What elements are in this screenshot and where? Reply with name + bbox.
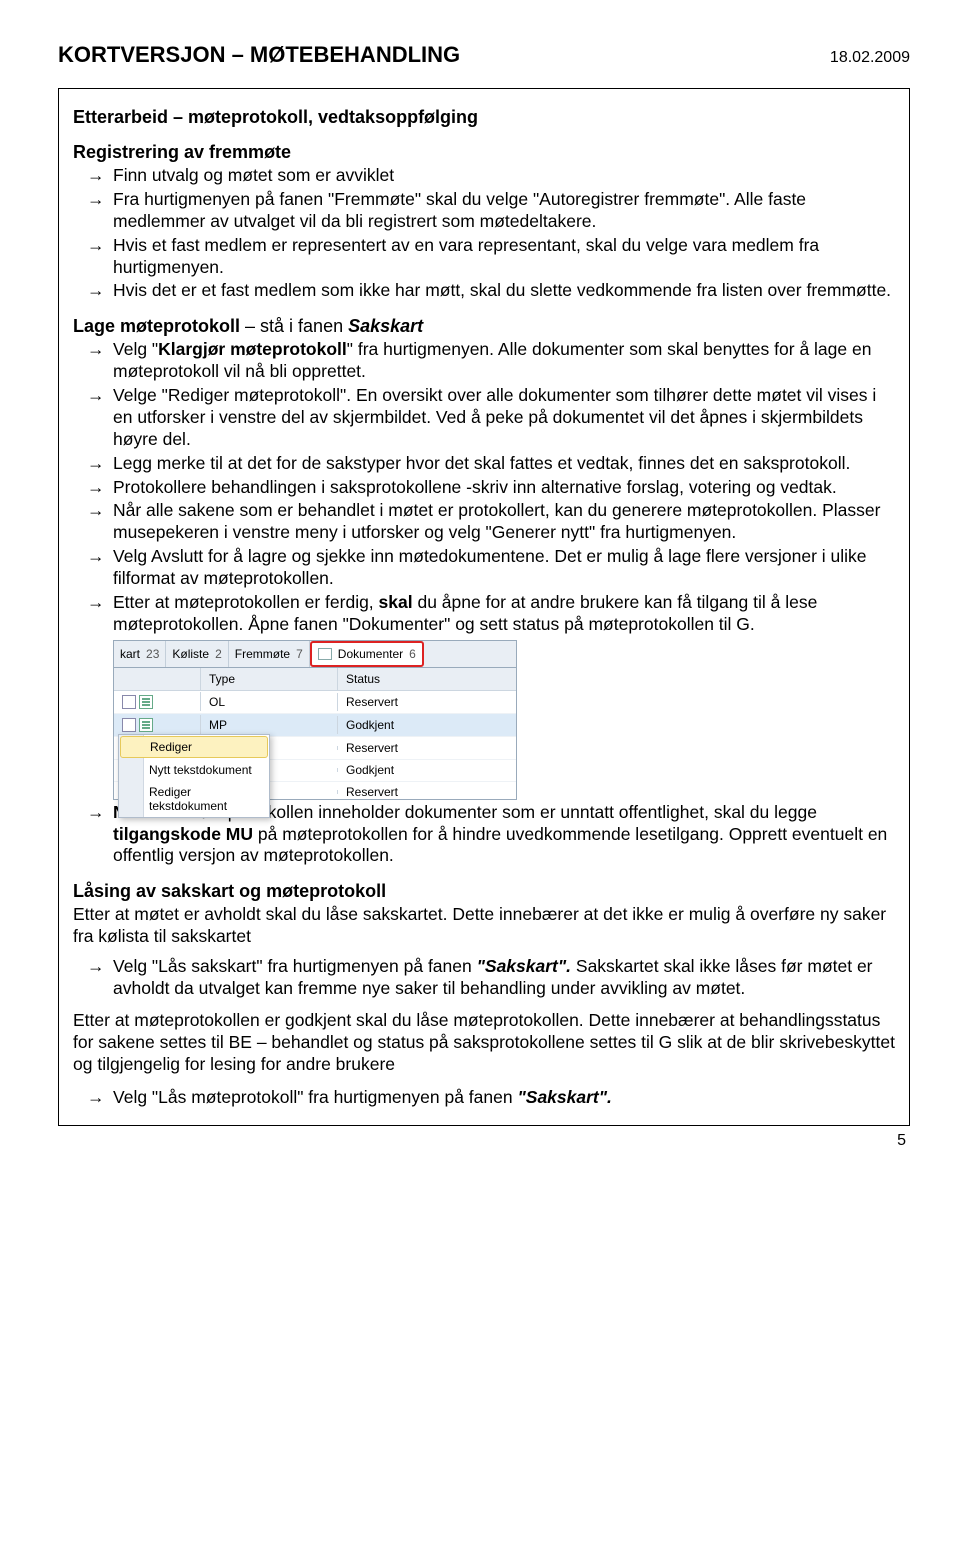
list-item: Legg merke til at det for de sakstyper h…: [113, 453, 895, 475]
row-icons: [114, 715, 201, 734]
sub-title-part: – stå i fanen: [240, 316, 348, 336]
document-icon: [139, 695, 153, 709]
list-item: Når alle sakene som er behandlet i møtet…: [113, 500, 895, 544]
list-item: Protokollere behandlingen i saksprotokol…: [113, 477, 895, 499]
sub-title-part: Sakskart: [348, 316, 423, 336]
content-frame: Etterarbeid – møteprotokoll, vedtaksoppf…: [58, 88, 910, 1126]
table-row[interactable]: OL Reservert: [114, 691, 516, 714]
cell-status: Reservert: [338, 739, 516, 757]
subsection-title-registrering: Registrering av fremmøte: [73, 142, 895, 163]
list-item: Velg "Klargjør møteprotokoll" fra hurtig…: [113, 339, 895, 383]
subsection-title-moteprotokoll: Lage møteprotokoll – stå i fanen Sakskar…: [73, 316, 895, 337]
tab-count: 2: [215, 647, 222, 661]
grid-header: Type Status: [114, 668, 516, 691]
tab-label: kart: [120, 647, 140, 661]
page-title: KORTVERSJON – MØTEBEHANDLING: [58, 42, 460, 68]
paragraph: Etter at møtet er avholdt skal du låse s…: [73, 904, 895, 948]
page-number: 5: [58, 1132, 910, 1150]
grid-panel: Type Status OL Reservert MP Godkjent Red…: [113, 668, 517, 800]
text-fragment: skal: [379, 592, 413, 612]
list-item: Hvis et fast medlem er representert av e…: [113, 235, 895, 279]
text-fragment: Velg "Lås sakskart" fra hurtigmenyen på …: [113, 956, 477, 976]
tab-count: 23: [146, 647, 159, 661]
text-fragment: tilgangskode MU: [113, 824, 253, 844]
tab-label: Fremmøte: [235, 647, 290, 661]
list-item: Etter at møteprotokollen er ferdig, skal…: [113, 592, 895, 636]
list-lasing-2: Velg "Lås møteprotokoll" fra hurtigmenye…: [73, 1087, 895, 1109]
text-fragment: Velg "Lås møteprotokoll" fra hurtigmenye…: [113, 1087, 517, 1107]
menu-item-nytt-tekstdokument[interactable]: Nytt tekstdokument: [119, 759, 269, 781]
list-lasing-1: Velg "Lås sakskart" fra hurtigmenyen på …: [73, 956, 895, 1000]
list-item: Finn utvalg og møtet som er avviklet: [113, 165, 895, 187]
tab-label: Køliste: [172, 647, 209, 661]
tab-label: Dokumenter: [338, 647, 403, 661]
tab-count: 6: [409, 647, 416, 661]
list-item: Velg "Lås sakskart" fra hurtigmenyen på …: [113, 956, 895, 1000]
cell-status: Reservert: [338, 783, 516, 801]
cell-type: MP: [201, 716, 338, 734]
cell-status: Reservert: [338, 693, 516, 711]
table-row[interactable]: MP Godkjent Rediger Nytt tekstdokument R…: [114, 714, 516, 737]
sub-title-part: Lage møteprotokoll: [73, 316, 240, 336]
cell-type: OL: [201, 693, 338, 711]
text-fragment: Etter at møteprotokollen er ferdig,: [113, 592, 379, 612]
tab-kart[interactable]: kart 23: [114, 641, 166, 667]
col-status: Status: [338, 668, 516, 690]
list-item: Fra hurtigmenyen på fanen "Fremmøte" ska…: [113, 189, 895, 233]
tab-dokumenter[interactable]: Dokumenter 6: [310, 641, 424, 667]
page-date: 18.02.2009: [830, 49, 910, 67]
document-icon: [318, 648, 332, 660]
tab-count: 7: [296, 647, 303, 661]
menu-item-rediger-tekstdokument[interactable]: Rediger tekstdokument: [119, 781, 269, 817]
tab-koliste[interactable]: Køliste 2: [166, 641, 228, 667]
document-icon: [139, 718, 153, 732]
col-icons: [114, 668, 201, 690]
list-item: Velge "Rediger møteprotokoll". En oversi…: [113, 385, 895, 451]
text-fragment: Velg ": [113, 339, 158, 359]
list-moteprotokoll: Velg "Klargjør møteprotokoll" fra hurtig…: [73, 339, 895, 635]
text-fragment: Klargjør møteprotokoll: [158, 339, 347, 359]
row-icons: [114, 692, 201, 711]
embedded-screenshot: kart 23 Køliste 2 Fremmøte 7 Dokumenter …: [113, 640, 895, 800]
subsection-title-lasing: Låsing av sakskart og møteprotokoll: [73, 881, 895, 902]
list-icon: [122, 695, 136, 709]
col-type: Type: [201, 668, 338, 690]
cell-status: Godkjent: [338, 716, 516, 734]
context-menu: Rediger Nytt tekstdokument Rediger tekst…: [118, 734, 270, 818]
list-item: Hvis det er et fast medlem som ikke har …: [113, 280, 895, 302]
text-fragment: "Sakskart".: [517, 1087, 611, 1107]
paragraph: Etter at møteprotokollen er godkjent ska…: [73, 1010, 895, 1076]
list-registrering: Finn utvalg og møtet som er avviklet Fra…: [73, 165, 895, 302]
text-fragment: "Sakskart".: [477, 956, 576, 976]
tab-fremmote[interactable]: Fremmøte 7: [229, 641, 310, 667]
section-title-1: Etterarbeid – møteprotokoll, vedtaksoppf…: [73, 107, 895, 128]
menu-item-rediger[interactable]: Rediger: [120, 736, 268, 758]
list-icon: [122, 718, 136, 732]
cell-status: Godkjent: [338, 761, 516, 779]
page-header: KORTVERSJON – MØTEBEHANDLING 18.02.2009: [58, 42, 910, 68]
list-item: Velg Avslutt for å lagre og sjekke inn m…: [113, 546, 895, 590]
list-item: Velg "Lås møteprotokoll" fra hurtigmenye…: [113, 1087, 895, 1109]
tab-bar: kart 23 Køliste 2 Fremmøte 7 Dokumenter …: [113, 640, 517, 668]
